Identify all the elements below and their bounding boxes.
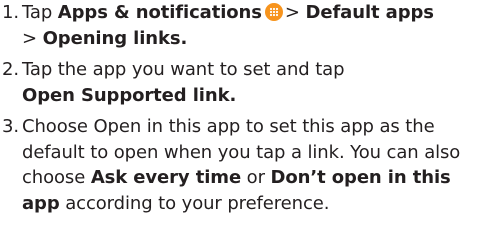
separator: > bbox=[22, 27, 43, 49]
step-2: 2. Tap the app you want to set and tap Ope… bbox=[0, 57, 481, 108]
step-1: 1. Tap Apps & notifications > Default apps… bbox=[0, 0, 481, 51]
step-text: or bbox=[241, 167, 271, 188]
step-text: Tap the app you want to set and tap bbox=[22, 59, 345, 80]
menu-label-default-apps: Default apps bbox=[305, 2, 435, 23]
instruction-steps: 1. Tap Apps & notifications > Default apps… bbox=[0, 0, 481, 216]
step-number: 1. bbox=[2, 2, 19, 23]
step-number: 2. bbox=[2, 59, 19, 80]
step-text: according to your preference. bbox=[59, 192, 330, 214]
step-3: 3. Choose Open in this app to set this ap… bbox=[0, 114, 481, 216]
option-ask-every-time: Ask every time bbox=[90, 167, 242, 188]
step-number: 3. bbox=[2, 116, 19, 137]
separator: > bbox=[284, 2, 306, 23]
menu-label-open-supported-link: Open Supported link. bbox=[22, 84, 237, 106]
apps-grid-icon bbox=[264, 3, 283, 21]
step-text: Tap bbox=[22, 2, 58, 23]
menu-label-opening-links: Opening links. bbox=[42, 27, 188, 49]
menu-label-apps-notifications: Apps & notifications bbox=[57, 2, 262, 23]
